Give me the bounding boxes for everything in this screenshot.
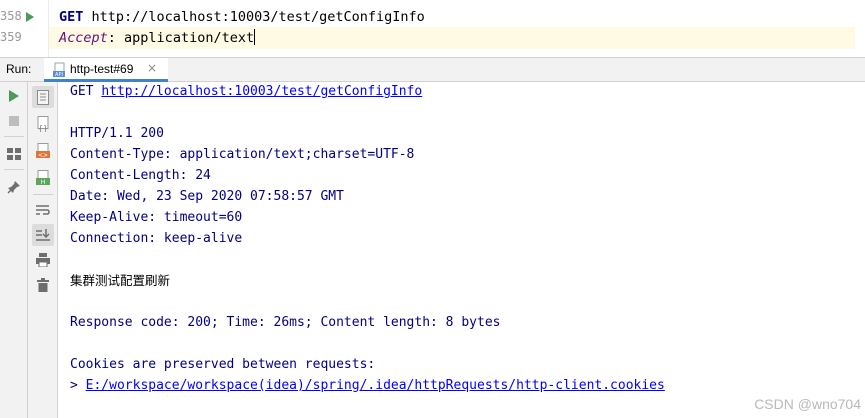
fold-marker: ˙˙˙: [60, 0, 79, 7]
text-file-icon: [37, 89, 49, 105]
svg-text:H: H: [41, 179, 46, 186]
status-line: HTTP/1.1 200: [70, 126, 164, 141]
response-body: 集群测试配置刷新: [70, 273, 171, 288]
stop-button[interactable]: [3, 110, 25, 132]
scroll-to-end-button[interactable]: [32, 224, 54, 246]
stop-icon: [9, 116, 19, 126]
trash-icon: [37, 278, 49, 292]
xml-file-icon: <>: [36, 143, 50, 159]
run-tool-window-header: Run: API http-test#69 ×: [0, 57, 865, 82]
toolbar-separator: [4, 136, 24, 137]
line-number: 359: [0, 30, 22, 44]
soft-wrap-button[interactable]: [32, 199, 54, 221]
html-file-icon: H: [36, 170, 50, 186]
header-separator: :: [107, 30, 125, 46]
request-echo: GET http://localhost:10003/test/getConfi…: [70, 82, 422, 102]
line-number: 358: [0, 9, 22, 23]
printer-icon: [36, 253, 50, 267]
view-xml-button[interactable]: <>: [32, 140, 54, 162]
pin-button[interactable]: [3, 176, 25, 198]
run-toolbar: [0, 82, 28, 418]
json-file-icon: {}: [37, 116, 49, 132]
text-caret: [254, 29, 256, 45]
soft-wrap-icon: [36, 205, 50, 215]
run-request-icon[interactable]: [26, 12, 34, 22]
header-line[interactable]: Accept: application/text: [49, 27, 855, 49]
request-line[interactable]: GET http://localhost:10003/test/getConfi…: [59, 6, 425, 28]
toolbar-separator: [33, 194, 53, 195]
view-text-button[interactable]: [32, 86, 54, 108]
cookies-note: Cookies are preserved between requests:: [70, 357, 376, 372]
response-header: Keep-Alive: timeout=60: [70, 210, 243, 225]
layout-icon: [7, 148, 21, 160]
view-json-button[interactable]: {}: [32, 113, 54, 135]
api-file-icon: API: [53, 62, 65, 78]
header-name: Accept: [59, 30, 108, 46]
tab-label: http-test#69: [70, 62, 134, 76]
svg-text:<>: <>: [38, 152, 48, 159]
svg-text:{}: {}: [38, 124, 48, 132]
close-icon[interactable]: ×: [147, 61, 157, 75]
editor-gutter: 358 359: [0, 0, 48, 57]
response-summary: Response code: 200; Time: 26ms; Content …: [70, 315, 501, 330]
rerun-button[interactable]: [3, 85, 25, 107]
view-html-button[interactable]: H: [32, 167, 54, 189]
cookies-file-link[interactable]: E:/workspace/workspace(idea)/spring/.ide…: [86, 378, 665, 393]
request-url: http://localhost:10003/test/getConfigInf…: [91, 9, 425, 25]
layout-button[interactable]: [3, 143, 25, 165]
response-header: Date: Wed, 23 Sep 2020 07:58:57 GMT: [70, 189, 344, 204]
scroll-to-end-icon: [36, 229, 50, 241]
pin-icon: [7, 181, 20, 194]
play-icon: [9, 90, 19, 102]
svg-text:API: API: [55, 72, 63, 78]
response-header: Connection: keep-alive: [70, 231, 243, 246]
header-value: application/text: [124, 30, 255, 46]
response-console[interactable]: GET http://localhost:10003/test/getConfi…: [59, 82, 865, 418]
request-url-link[interactable]: http://localhost:10003/test/getConfigInf…: [101, 84, 422, 99]
delete-button[interactable]: [32, 274, 54, 296]
cookies-prefix: >: [70, 378, 86, 393]
print-button[interactable]: [32, 249, 54, 271]
editor: 358 359 ˙˙˙ GET http://localhost:10003/t…: [0, 0, 865, 57]
tab-http-test[interactable]: API http-test#69 ×: [44, 58, 168, 82]
watermark: CSDN @wno704: [754, 396, 861, 412]
response-toolbar: {} <> H: [28, 82, 58, 418]
cookies-file-line: > E:/workspace/workspace(idea)/spring/.i…: [70, 376, 665, 396]
response-header: Content-Length: 24: [70, 168, 211, 183]
response-header: Content-Type: application/text;charset=U…: [70, 147, 415, 162]
request-method: GET: [70, 84, 94, 99]
toolbar-separator: [4, 169, 24, 170]
http-method: GET: [59, 9, 84, 25]
run-label: Run:: [6, 62, 32, 76]
